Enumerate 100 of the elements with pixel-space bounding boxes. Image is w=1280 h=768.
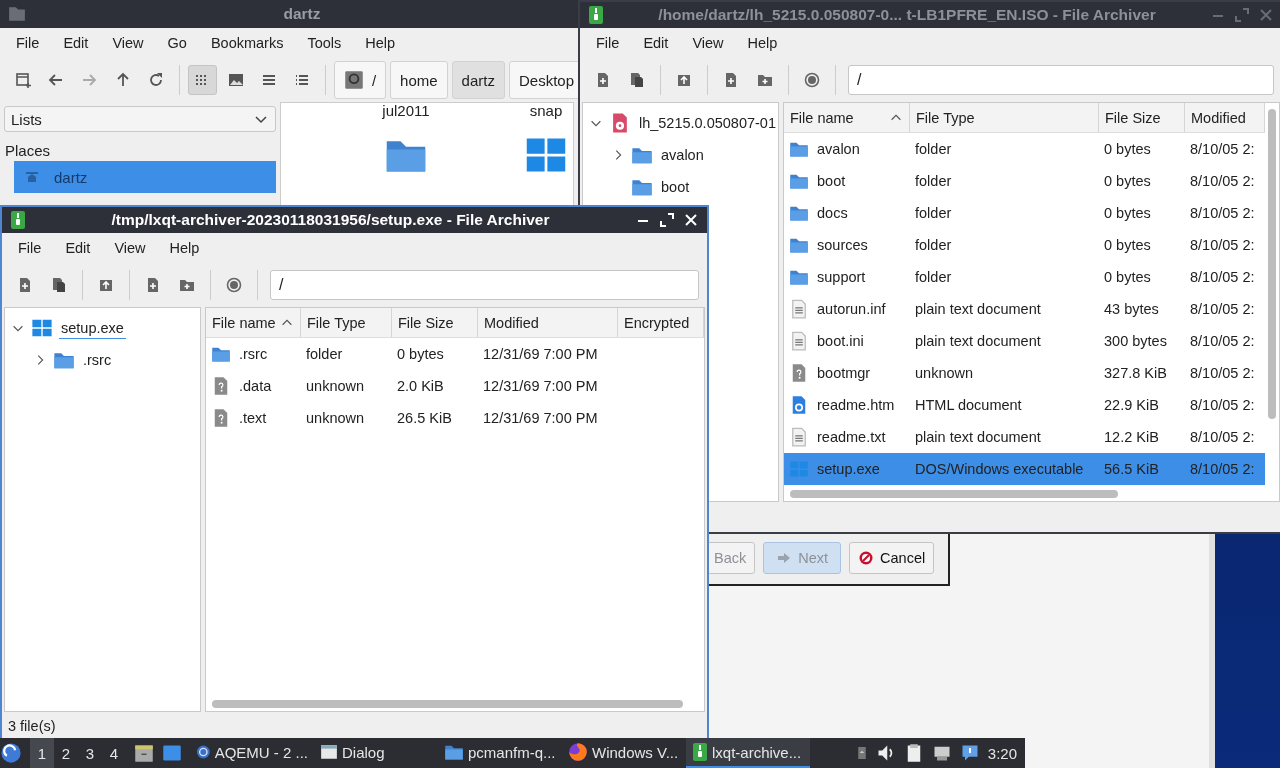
menu-item[interactable]: Edit	[51, 35, 101, 51]
right-arrow-icon	[81, 72, 98, 88]
desktop-icon[interactable]	[162, 743, 182, 763]
file-label[interactable]: jul2011	[331, 103, 481, 119]
stop-icon	[858, 550, 875, 566]
file-row[interactable]: setup.exe DOS/Windows executable 56.5 KiB 8/10/05 2:	[784, 453, 1265, 485]
column-header[interactable]: File name	[206, 308, 301, 337]
close-icon[interactable]	[683, 212, 699, 228]
file-row[interactable]: docs folder 0 bytes 8/10/05 2:	[784, 197, 1265, 229]
desktop-switch[interactable]: 1	[30, 738, 54, 768]
desktop-switch[interactable]: 2	[54, 738, 78, 768]
file-row[interactable]: .data unknown 2.0 KiB 12/31/69 7:00 PM	[206, 370, 704, 402]
table-cell: 43 bytes	[1104, 301, 1159, 317]
menu-item[interactable]: Help	[353, 35, 408, 51]
column-header[interactable]: File Size	[1099, 103, 1185, 132]
file-row[interactable]: boot.ini plain text document 300 bytes 8/10/05 2:	[784, 325, 1265, 357]
left-arrow-icon	[48, 72, 64, 88]
file-row[interactable]: boot folder 0 bytes 8/10/05 2:	[784, 165, 1265, 197]
table-cell: 0 bytes	[1104, 141, 1151, 157]
archive-app-icon	[10, 210, 26, 230]
menu-item[interactable]: View	[680, 35, 736, 51]
table-cell: 0 bytes	[1104, 269, 1151, 285]
file-row[interactable]: avalon folder 0 bytes 8/10/05 2:	[784, 133, 1265, 165]
table-cell: 0 bytes	[397, 346, 444, 362]
column-header[interactable]: Modified	[478, 308, 618, 337]
path-label: home	[400, 71, 438, 89]
file-row[interactable]: support folder 0 bytes 8/10/05 2:	[784, 261, 1265, 293]
tree-item[interactable]: avalon	[659, 144, 706, 166]
taskbar-button[interactable]: AQEMU - 2 ...	[190, 738, 314, 768]
file-cabinet-icon[interactable]	[134, 743, 154, 763]
path-field[interactable]: /	[848, 65, 1274, 95]
tree-item[interactable]: lh_5215.0.050807-01	[636, 112, 778, 134]
column-header[interactable]: File Type	[301, 308, 392, 337]
path-button[interactable]: home	[390, 61, 448, 99]
menu-item[interactable]: Bookmarks	[198, 35, 296, 51]
table-cell: .data	[239, 378, 272, 394]
lists-dropdown[interactable]: Lists	[4, 106, 276, 132]
cancel-button[interactable]: Cancel	[849, 542, 935, 574]
taskbar-button[interactable]: Windows V...	[562, 738, 686, 768]
menu-item[interactable]: Edit	[631, 35, 681, 51]
window-icon	[320, 743, 338, 761]
taskbar-button[interactable]: lxqt-archive...	[686, 738, 810, 768]
clock[interactable]: 3:20	[987, 744, 1017, 762]
table-cell: bootmgr	[817, 365, 871, 381]
table-cell: 8/10/05 2:	[1190, 365, 1255, 381]
file-row[interactable]: bootmgr unknown 327.8 KiB 8/10/05 2:	[784, 357, 1265, 389]
vertical-scrollbar[interactable]	[1268, 109, 1276, 419]
menu-item[interactable]: View	[100, 35, 156, 51]
column-label: File Type	[916, 109, 975, 126]
menu-item[interactable]: Help	[735, 35, 790, 51]
tree-item[interactable]: boot	[659, 176, 692, 198]
table-cell: 327.8 KiB	[1104, 365, 1167, 381]
menu-item[interactable]: Help	[157, 240, 212, 256]
table-cell: DOS/Windows executable	[915, 461, 1084, 477]
column-header[interactable]: Modified	[1185, 103, 1265, 132]
column-header[interactable]: File Size	[392, 308, 478, 337]
menu-item[interactable]: Edit	[53, 240, 103, 256]
tree-item[interactable]: .rsrc	[81, 349, 114, 371]
grid-view-button[interactable]	[187, 65, 217, 95]
desktop-switch[interactable]: 4	[102, 738, 126, 768]
menu-item[interactable]: View	[102, 240, 158, 256]
horizontal-scrollbar[interactable]	[790, 490, 1119, 498]
table-cell: autorun.inf	[817, 301, 886, 317]
start-menu-icon[interactable]	[0, 742, 22, 764]
column-header[interactable]: Encrypted	[618, 308, 704, 337]
dropdown-value: Lists	[11, 110, 42, 128]
column-header[interactable]: File name	[784, 103, 910, 132]
menu-item[interactable]: File	[4, 35, 52, 51]
table-cell: 0 bytes	[1104, 173, 1151, 189]
path-button[interactable]: /	[333, 61, 387, 99]
file-row[interactable]: sources folder 0 bytes 8/10/05 2:	[784, 229, 1265, 261]
horizontal-scrollbar[interactable]	[212, 700, 684, 708]
path-button[interactable]: dartz	[451, 61, 505, 99]
file-row[interactable]: .rsrc folder 0 bytes 12/31/69 7:00 PM	[206, 338, 704, 370]
window-title: /home/dartz/lh_5215.0.050807-0... t-LB1PFRE_EN.ISO - File Archiver	[657, 6, 1157, 24]
path-field[interactable]: /	[270, 270, 699, 300]
extract-icon	[98, 277, 114, 293]
table-cell: 300 bytes	[1104, 333, 1167, 349]
file-row[interactable]: readme.htm HTML document 22.9 KiB 8/10/05 2:	[784, 389, 1265, 421]
column-header[interactable]: File Type	[910, 103, 1099, 132]
archive-app-icon	[588, 5, 604, 25]
tree-item[interactable]: setup.exe	[59, 317, 126, 339]
file-row[interactable]: autorun.inf plain text document 43 bytes 8/10/05 2:	[784, 293, 1265, 325]
table-cell: docs	[817, 205, 848, 221]
file-row[interactable]: .text unknown 26.5 KiB 12/31/69 7:00 PM	[206, 402, 704, 434]
file-label[interactable]: snap	[481, 103, 573, 119]
menu-item[interactable]: Go	[155, 35, 199, 51]
menu-item[interactable]: Tools	[295, 35, 354, 51]
document-icon	[789, 331, 809, 351]
desktop-switch[interactable]: 3	[78, 738, 102, 768]
menu-item[interactable]: File	[584, 35, 632, 51]
menu-item[interactable]: File	[6, 240, 54, 256]
taskbar-button[interactable]: Dialog	[314, 738, 438, 768]
table-cell: 8/10/05 2:	[1190, 397, 1255, 413]
file-row[interactable]: readme.txt plain text document 12.2 KiB 8/10/05 2:	[784, 421, 1265, 453]
path-button[interactable]: Desktop	[508, 61, 578, 99]
table-cell: readme.htm	[817, 397, 895, 413]
table-cell: .text	[239, 410, 267, 426]
taskbar-button[interactable]: pcmanfm-q...	[438, 738, 562, 768]
table-cell: folder	[915, 205, 952, 221]
